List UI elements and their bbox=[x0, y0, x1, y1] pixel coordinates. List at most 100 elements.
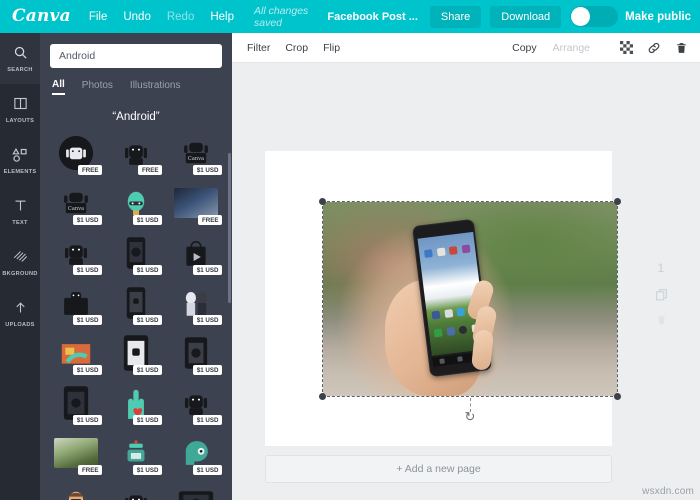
filter-button[interactable]: Filter bbox=[247, 42, 270, 54]
search-input[interactable]: Android bbox=[50, 44, 222, 68]
android-robot-icon bbox=[124, 495, 148, 500]
selected-photo[interactable] bbox=[323, 202, 617, 396]
sidebar-item-elements[interactable]: ELEMENTS bbox=[0, 135, 40, 186]
price-badge: $1 USD bbox=[193, 465, 222, 475]
price-badge: $1 USD bbox=[193, 365, 222, 375]
price-badge: FREE bbox=[138, 165, 162, 175]
app-drawer-icon bbox=[458, 325, 468, 335]
trash-icon[interactable] bbox=[675, 41, 688, 55]
result-item[interactable]: $1 USD bbox=[168, 230, 224, 276]
page-tools: 1 bbox=[648, 263, 674, 326]
menu-item-undo[interactable]: Undo bbox=[123, 11, 151, 23]
panel-scrollbar[interactable] bbox=[228, 153, 231, 303]
result-item[interactable]: $1 USD bbox=[48, 280, 104, 326]
app-icon bbox=[436, 247, 446, 257]
page-number: 1 bbox=[657, 263, 665, 275]
text-icon bbox=[13, 198, 28, 217]
price-badge: $1 USD bbox=[193, 265, 222, 275]
result-item[interactable]: $1 USD bbox=[48, 380, 104, 426]
result-item[interactable]: $1 USD bbox=[108, 330, 164, 376]
result-item[interactable]: $1 USD bbox=[108, 230, 164, 276]
menu-item-redo[interactable]: Redo bbox=[167, 11, 195, 23]
sidebar-item-text[interactable]: TEXT bbox=[0, 186, 40, 237]
top-bar: Canva File Undo Redo Help All changes sa… bbox=[0, 0, 700, 33]
home-nav-icon bbox=[457, 356, 464, 362]
menu-item-help[interactable]: Help bbox=[210, 11, 234, 23]
link-icon[interactable] bbox=[647, 41, 661, 55]
search-panel: Android All Photos Illustrations “Androi… bbox=[40, 33, 232, 500]
app-icon bbox=[433, 328, 443, 338]
design-page[interactable]: ↻ bbox=[265, 151, 621, 446]
toolbar-right-group: Copy Arrange bbox=[512, 41, 700, 55]
delete-page-icon[interactable] bbox=[656, 314, 667, 326]
price-badge: $1 USD bbox=[193, 165, 222, 175]
result-item[interactable]: Canva $1 USD bbox=[168, 130, 224, 176]
app-icon bbox=[431, 310, 441, 320]
tab-all[interactable]: All bbox=[52, 79, 65, 95]
result-item[interactable]: $1 USD bbox=[48, 330, 104, 376]
transparency-icon[interactable] bbox=[620, 41, 633, 54]
result-item[interactable]: $1 USD bbox=[108, 280, 164, 326]
price-badge: $1 USD bbox=[73, 315, 102, 325]
price-badge: $1 USD bbox=[73, 215, 102, 225]
download-button[interactable]: Download bbox=[490, 5, 562, 28]
tablet-landscape-icon bbox=[178, 491, 214, 500]
svg-text:Canva: Canva bbox=[188, 156, 204, 162]
sidebar-item-search[interactable]: SEARCH bbox=[0, 33, 40, 84]
result-item[interactable]: $1 USD bbox=[108, 380, 164, 426]
search-icon bbox=[13, 45, 28, 64]
price-badge: $1 USD bbox=[73, 365, 102, 375]
result-item[interactable]: $1 USD bbox=[108, 180, 164, 226]
person-avatar-icon bbox=[68, 491, 84, 500]
result-item[interactable]: $1 USD bbox=[48, 480, 104, 500]
share-button[interactable]: Share bbox=[429, 5, 482, 28]
price-badge: $1 USD bbox=[73, 415, 102, 425]
document-title[interactable]: Facebook Post ... bbox=[327, 11, 417, 23]
sidebar-item-layouts[interactable]: LAYOUTS bbox=[0, 84, 40, 135]
app-icon bbox=[449, 246, 458, 255]
result-item[interactable]: FREE bbox=[48, 130, 104, 176]
sidebar-label-elements: ELEMENTS bbox=[3, 168, 37, 175]
app-icon bbox=[446, 326, 456, 336]
crop-button[interactable]: Crop bbox=[285, 42, 308, 54]
price-badge: $1 USD bbox=[193, 415, 222, 425]
layouts-icon bbox=[13, 96, 28, 115]
result-item[interactable]: $1 USD bbox=[168, 280, 224, 326]
result-item[interactable]: $1 USD bbox=[108, 480, 164, 500]
app-icon bbox=[456, 307, 466, 317]
sidebar-item-background[interactable]: BKGROUND bbox=[0, 237, 40, 288]
duplicate-page-icon[interactable] bbox=[655, 288, 668, 301]
add-new-page-button[interactable]: + Add a new page bbox=[265, 455, 612, 483]
menu-item-file[interactable]: File bbox=[89, 11, 108, 23]
price-badge: FREE bbox=[198, 215, 222, 225]
price-badge: $1 USD bbox=[73, 265, 102, 275]
result-item[interactable]: $1 USD bbox=[168, 330, 224, 376]
result-item[interactable]: FREE bbox=[108, 130, 164, 176]
tab-photos[interactable]: Photos bbox=[82, 80, 113, 94]
left-icon-rail: SEARCH LAYOUTS ELEMENTS TEXT BKGROUND UP… bbox=[0, 33, 40, 500]
result-item[interactable]: $1 USD bbox=[108, 430, 164, 476]
canvas-workspace[interactable]: ↻ 1 + Add a new page wsxdn.com bbox=[232, 63, 700, 500]
price-badge: FREE bbox=[78, 165, 102, 175]
canva-logo[interactable]: Canva bbox=[12, 8, 71, 25]
result-item[interactable]: $1 USD bbox=[168, 430, 224, 476]
sidebar-label-text: TEXT bbox=[12, 219, 28, 226]
app-icon bbox=[461, 244, 471, 254]
rotate-handle-icon[interactable]: ↻ bbox=[465, 410, 476, 423]
result-item[interactable]: FREE bbox=[48, 430, 104, 476]
make-public-toggle[interactable] bbox=[570, 6, 619, 27]
result-item[interactable]: $1 USD bbox=[168, 480, 224, 500]
price-badge: $1 USD bbox=[133, 215, 162, 225]
app-icon bbox=[424, 249, 434, 258]
uploads-icon bbox=[13, 300, 28, 319]
sidebar-item-uploads[interactable]: UPLOADS bbox=[0, 288, 40, 339]
photo-phone-thumb bbox=[54, 438, 98, 468]
copy-button[interactable]: Copy bbox=[512, 42, 537, 54]
tab-illustrations[interactable]: Illustrations bbox=[130, 80, 181, 94]
price-badge: $1 USD bbox=[133, 465, 162, 475]
result-item[interactable]: $1 USD bbox=[48, 230, 104, 276]
result-item[interactable]: Canva $1 USD bbox=[48, 180, 104, 226]
result-item[interactable]: $1 USD bbox=[168, 380, 224, 426]
flip-button[interactable]: Flip bbox=[323, 42, 340, 54]
result-item[interactable]: FREE bbox=[168, 180, 224, 226]
